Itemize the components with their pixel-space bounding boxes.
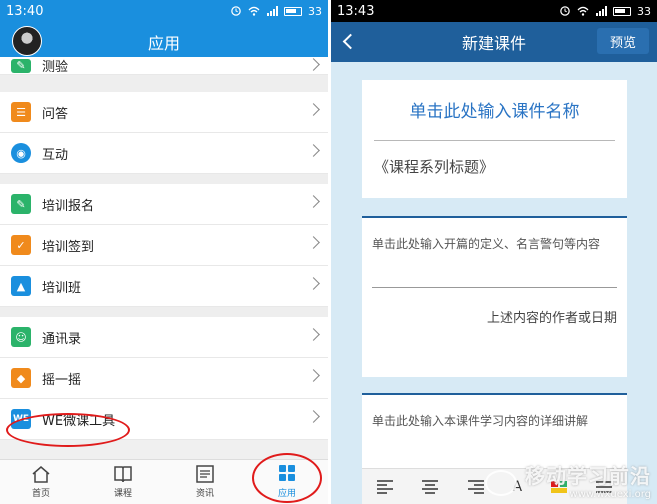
align-left-icon[interactable] [376, 479, 394, 494]
list-item-label: 测验 [42, 60, 69, 75]
tab-news[interactable]: 资讯 [164, 460, 246, 504]
wifi-icon [577, 6, 589, 16]
list-item-label: 问答 [42, 106, 69, 122]
contacts-icon: ☺ [11, 327, 31, 347]
list-item-qa[interactable]: ☰ 问答 [0, 92, 328, 133]
app-list: ✎ 测验 ☰ 问答 ◉ 互动 ✎ 培训报名 ✓ 培训签到 ▲ 培训班 ☺ 通讯录… [0, 57, 328, 440]
back-icon[interactable] [342, 33, 359, 50]
list-item-quiz[interactable]: ✎ 测验 [0, 57, 328, 75]
author-input[interactable]: 上述内容的作者或日期 [362, 307, 617, 326]
list-item-label: 培训签到 [42, 239, 95, 255]
chevron-right-icon [307, 410, 320, 423]
align-right-icon[interactable] [467, 479, 485, 494]
wifi-icon [248, 6, 260, 16]
signup-icon: ✎ [11, 194, 31, 214]
chevron-right-icon [307, 236, 320, 249]
tab-label: 首页 [31, 489, 50, 499]
status-time: 13:43 [337, 3, 375, 19]
tab-label: 资讯 [195, 489, 214, 499]
book-icon [114, 466, 132, 483]
list-item-label: 摇一摇 [42, 372, 82, 388]
page-title: 新建课件 [461, 34, 526, 53]
opening-card: 单击此处输入开篇的定义、名言警句等内容 上述内容的作者或日期 [362, 216, 627, 377]
list-item-label: 互动 [42, 147, 69, 163]
list-item-class[interactable]: ▲ 培训班 [0, 266, 328, 307]
quiz-icon: ✎ [11, 58, 31, 73]
divider [372, 287, 617, 288]
watermark-logo [485, 470, 517, 496]
signal-icon [267, 6, 278, 16]
list-item-signup[interactable]: ✎ 培训报名 [0, 184, 328, 225]
status-bar: 13:43 33 [331, 0, 657, 22]
chevron-right-icon [307, 369, 320, 382]
watermark-title: 移动学习前沿 [525, 464, 651, 488]
tab-courses[interactable]: 课程 [82, 460, 164, 504]
header: 新建课件 预览 [331, 22, 657, 62]
list-item-contacts[interactable]: ☺ 通讯录 [0, 317, 328, 358]
watermark-url: www.wxuexi.org [569, 489, 651, 500]
chevron-right-icon [307, 328, 320, 341]
chevron-right-icon [307, 58, 320, 71]
battery-level: 33 [637, 4, 651, 18]
battery-icon [284, 6, 302, 16]
apps-screen: 13:40 33 应用 ✎ 测验 ☰ 问答 ◉ 互动 ✎ 培训报名 ✓ 培训签到… [0, 0, 328, 504]
new-courseware-screen: 13:43 33 新建课件 预览 单击此处输入课件名称 《课程系列标题》 单击此… [331, 0, 657, 504]
class-icon: ▲ [11, 276, 31, 296]
watermark: 移动学习前沿 www.wxuexi.org [485, 460, 651, 500]
opening-input[interactable]: 单击此处输入开篇的定义、名言警句等内容 [362, 218, 627, 254]
chevron-right-icon [307, 277, 320, 290]
series-title-input[interactable]: 《课程系列标题》 [374, 156, 627, 177]
chevron-right-icon [307, 195, 320, 208]
preview-button[interactable]: 预览 [597, 28, 649, 54]
highlight-circle [6, 413, 130, 447]
shake-icon: ◆ [11, 368, 31, 388]
chevron-right-icon [307, 144, 320, 157]
status-time: 13:40 [6, 3, 44, 19]
chevron-right-icon [307, 103, 320, 116]
checkin-icon: ✓ [11, 235, 31, 255]
page-title: 应用 [147, 34, 180, 53]
list-item-interact[interactable]: ◉ 互动 [0, 133, 328, 174]
news-icon [196, 465, 214, 483]
course-name-input[interactable]: 单击此处输入课件名称 [362, 97, 627, 122]
alarm-icon [231, 6, 241, 16]
interact-icon: ◉ [11, 143, 31, 163]
signal-icon [596, 6, 607, 16]
tab-home[interactable]: 首页 [0, 460, 82, 504]
battery-icon [613, 6, 631, 16]
qa-icon: ☰ [11, 102, 31, 122]
title-card: 单击此处输入课件名称 《课程系列标题》 [362, 80, 627, 198]
highlight-circle [252, 453, 322, 503]
list-item-label: 培训班 [42, 280, 82, 296]
list-item-shake[interactable]: ◆ 摇一摇 [0, 358, 328, 399]
divider [374, 140, 615, 141]
home-icon [32, 466, 50, 483]
tab-label: 课程 [113, 489, 132, 499]
list-item-label: 培训报名 [42, 198, 95, 214]
detail-input[interactable]: 单击此处输入本课件学习内容的详细讲解 [362, 395, 627, 429]
list-item-label: 通讯录 [42, 331, 82, 347]
list-item-checkin[interactable]: ✓ 培训签到 [0, 225, 328, 266]
align-center-icon[interactable] [421, 479, 439, 494]
battery-level: 33 [308, 4, 322, 18]
avatar[interactable] [12, 26, 42, 56]
alarm-icon [560, 6, 570, 16]
status-bar: 13:40 33 [0, 0, 328, 22]
